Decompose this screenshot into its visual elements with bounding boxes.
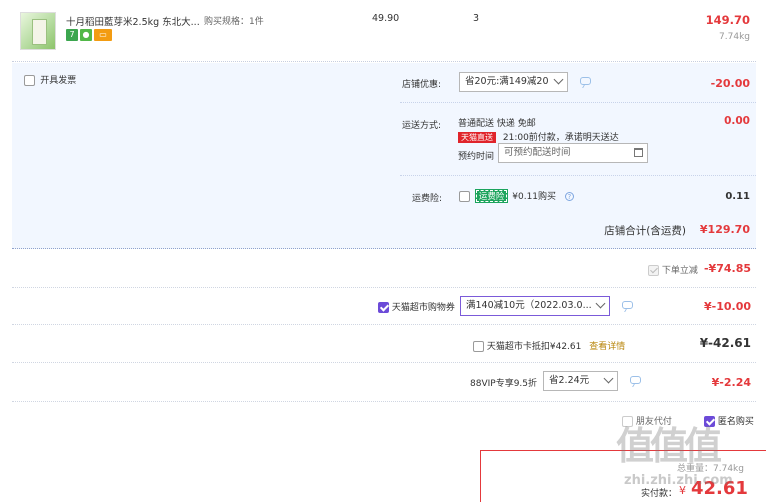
card-details-link[interactable]: 查看详情 (589, 342, 625, 352)
product-name[interactable]: 十月稻田藍芽米2.5kg 东北大... (66, 14, 200, 28)
chat-icon[interactable] (622, 301, 633, 309)
calendar-icon (634, 148, 643, 157)
anonymous-option[interactable]: 匿名购买 (704, 414, 754, 427)
actual-pay-currency: ¥ (679, 484, 686, 497)
insurance-text: ¥0.11购买 (512, 192, 557, 202)
chevron-down-icon (595, 298, 606, 309)
spec-label: 购买规格：1件 (204, 17, 264, 27)
chat-icon[interactable] (630, 376, 641, 384)
friend-pay-option[interactable]: 朋友代付 (622, 414, 672, 427)
instant-discount-amount: -¥74.85 (703, 262, 751, 275)
shop-discount-label: 店铺优惠: (402, 80, 442, 90)
vip-label: 88VIP专享9.5折 (470, 379, 538, 389)
card-checkbox[interactable] (473, 341, 484, 352)
divider (12, 324, 756, 325)
instant-discount-label: 下单立减 (661, 266, 698, 276)
insurance-badge: 运费险 (474, 189, 509, 203)
actual-pay-label: 实付款： (641, 489, 678, 499)
shop-total-label: 店铺合计(含运费) (604, 225, 686, 237)
card-option[interactable]: 天猫超市卡抵扣¥42.61 查看详情 (473, 339, 625, 352)
vip-amount: ¥-2.24 (711, 376, 751, 389)
chevron-down-icon (553, 74, 564, 85)
coupon-option[interactable]: 天猫超市购物券 (378, 300, 455, 313)
chat-icon[interactable] (580, 77, 591, 85)
product-weight: 7.74kg (719, 32, 750, 42)
shop-discount-amount: -20.00 (710, 77, 750, 90)
divider (12, 287, 756, 288)
card-label: 天猫超市卡抵扣¥42.61 (486, 342, 582, 352)
anonymous-label: 匿名购买 (717, 417, 754, 427)
product-subtotal: 149.70 (705, 13, 750, 27)
delivery-promise-row: 天猫直送 21:00前付款，承诺明天送达 (458, 130, 619, 143)
insurance-option[interactable]: 运费险 ¥0.11购买 ? (459, 189, 574, 203)
invoice-label: 开具发票 (40, 76, 77, 86)
insurance-label: 运费险: (412, 194, 443, 204)
delivery-method: 普通配送 快递 免邮 (458, 119, 536, 129)
insurance-amount: 0.11 (725, 191, 750, 202)
friend-pay-label: 朋友代付 (635, 417, 672, 427)
tmall-direct-badge: 天猫直送 (458, 132, 496, 143)
actual-pay-amount: 42.61 (691, 478, 748, 499)
invoice-option[interactable]: 开具发票 (24, 73, 76, 86)
invoice-checkbox[interactable] (24, 74, 35, 86)
coupon-label: 天猫超市购物券 (391, 303, 455, 313)
friend-pay-checkbox[interactable] (622, 416, 633, 427)
unit-price: 49.90 (372, 13, 400, 24)
divider (400, 175, 756, 176)
card-amount: ¥-42.61 (699, 336, 751, 350)
shop-total-amount: ¥129.70 (699, 223, 750, 236)
divider (12, 401, 756, 402)
divider (400, 102, 756, 103)
quantity: 3 (473, 13, 480, 24)
schedule-time-select[interactable]: 可预约配送时间 (498, 143, 648, 163)
shop-discount-select[interactable]: 省20元:满149减20 (459, 72, 568, 92)
product-thumbnail[interactable] (20, 12, 56, 50)
coupon-checkbox[interactable] (378, 302, 389, 313)
delivery-label: 运送方式: (402, 121, 442, 131)
help-icon[interactable]: ? (564, 192, 574, 201)
shop-block: 开具发票 店铺优惠: 省20元:满149减20 -20.00 运送方式: 普通配… (12, 63, 756, 249)
anonymous-checkbox[interactable] (704, 416, 715, 427)
instant-discount-checkbox (648, 265, 659, 276)
coupon-select[interactable]: 满140减10元（2022.03.0... (460, 296, 610, 316)
chevron-down-icon (603, 373, 614, 384)
instant-discount-option: 下单立减 (648, 263, 698, 276)
coupon-amount: ¥-10.00 (703, 300, 751, 313)
badge-leaf-icon: ● (80, 29, 92, 41)
vip-select[interactable]: 省2.24元 (543, 371, 618, 391)
badge-card-icon: ▭ (94, 29, 112, 41)
divider (12, 362, 756, 363)
delivery-amount: 0.00 (724, 115, 750, 127)
payment-summary: 总重量：7.74kg 实付款： ¥ 42.61 (480, 450, 766, 502)
schedule-label: 预约时间 (458, 152, 495, 162)
delivery-promise: 21:00前付款，承诺明天送达 (502, 133, 619, 143)
total-weight: 总重量：7.74kg (677, 464, 744, 474)
insurance-checkbox[interactable] (459, 191, 470, 202)
badge-7-icon: 7 (66, 29, 78, 41)
product-row: 十月稻田藍芽米2.5kg 东北大... 7 ● ▭ 购买规格：1件 49.90 … (12, 0, 756, 62)
